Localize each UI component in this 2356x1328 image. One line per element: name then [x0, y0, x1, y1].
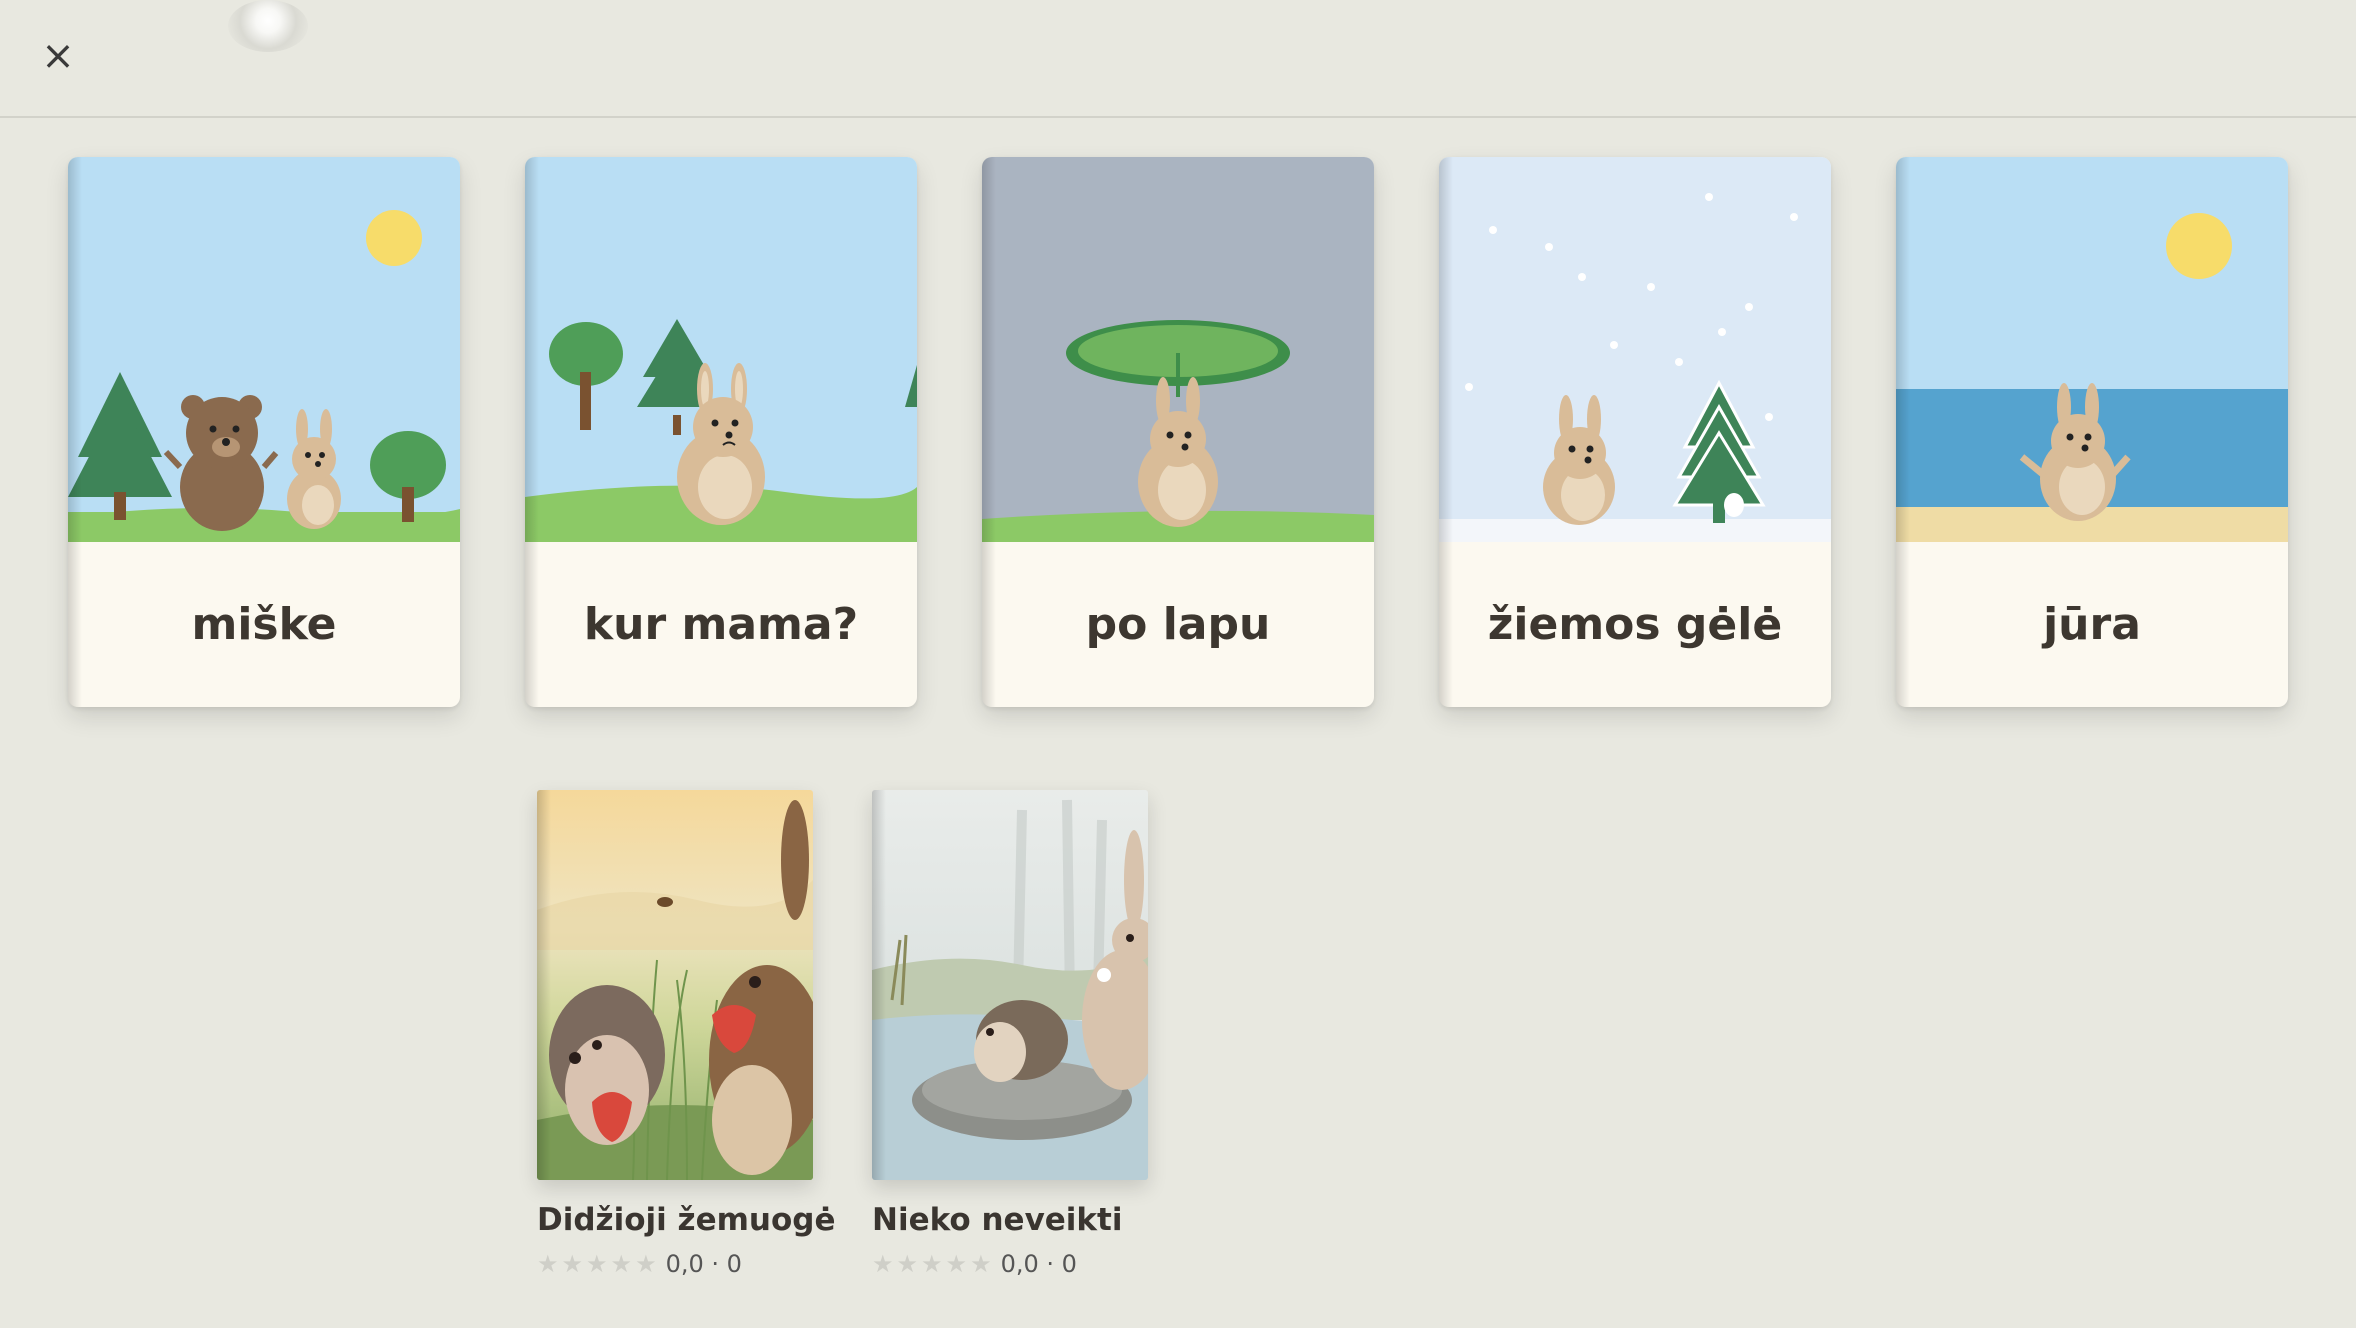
story-cover	[537, 790, 813, 1180]
book-spine	[1439, 157, 1453, 707]
book-card-po-lapu[interactable]: po lapu	[982, 157, 1374, 707]
story-cover	[872, 790, 1148, 1180]
book-card-kur-mama[interactable]: kur mama?	[525, 157, 917, 707]
book-illustration	[1896, 157, 2288, 542]
story-title: Didžioji žemuogė	[537, 1202, 836, 1238]
book-spine	[525, 157, 539, 707]
story-card-didzioji-zemuoge[interactable]: Didžioji žemuogė ★★★★★ 0,0 · 0	[537, 790, 836, 1278]
book-card-miske[interactable]: miške	[68, 157, 460, 707]
story-title: Nieko neveikti	[872, 1202, 1123, 1238]
book-spine	[982, 157, 996, 707]
book-title: žiemos gėlė	[1487, 599, 1783, 650]
book-title: po lapu	[1085, 599, 1271, 650]
top-bar: ×	[0, 0, 2356, 118]
rating-stars-icon: ★★★★★	[872, 1250, 995, 1278]
rating-stars-icon: ★★★★★	[537, 1250, 660, 1278]
book-card-ziemos-gele[interactable]: žiemos gėlė	[1439, 157, 1831, 707]
story-rating: ★★★★★ 0,0 · 0	[872, 1250, 1148, 1278]
book-spine	[68, 157, 82, 707]
story-card-nieko-neveikti[interactable]: Nieko neveikti ★★★★★ 0,0 · 0	[872, 790, 1148, 1278]
close-icon[interactable]: ×	[36, 33, 80, 79]
cursor-glow	[228, 0, 308, 52]
book-title: jūra	[2043, 599, 2141, 650]
book-title: miške	[191, 599, 337, 650]
book-illustration	[525, 157, 917, 542]
rating-value: 0,0 · 0	[1000, 1250, 1077, 1278]
book-illustration	[1439, 157, 1831, 542]
book-illustration	[68, 157, 460, 542]
book-illustration	[982, 157, 1374, 542]
rating-value: 0,0 · 0	[665, 1250, 742, 1278]
book-title: kur mama?	[583, 599, 859, 650]
book-card-jura[interactable]: jūra	[1896, 157, 2288, 707]
book-spine	[1896, 157, 1910, 707]
story-rating: ★★★★★ 0,0 · 0	[537, 1250, 813, 1278]
